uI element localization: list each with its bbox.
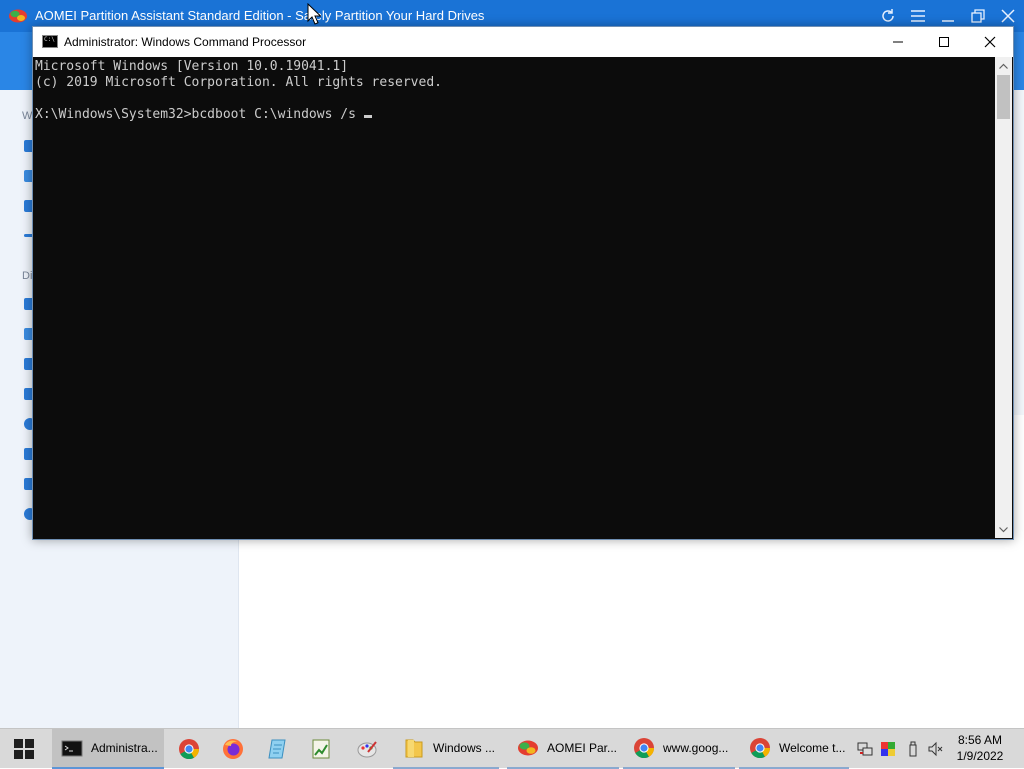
console-output[interactable]: Microsoft Windows [Version 10.0.19041.1]… (33, 57, 995, 539)
taskbar: Administra... Windows ... AOMEI Par... w… (0, 728, 1024, 769)
scroll-up-icon[interactable] (995, 57, 1012, 74)
chrome-icon (750, 738, 771, 759)
close-button[interactable] (967, 27, 1013, 57)
taskbar-item-label: AOMEI Par... (547, 741, 618, 755)
system-clock[interactable]: 8:56 AM 1/9/2022 (944, 732, 1016, 764)
paint-icon (357, 741, 377, 758)
console-line: (c) 2019 Microsoft Corporation. All righ… (35, 75, 442, 90)
close-icon[interactable] (996, 6, 1020, 26)
cmd-window[interactable]: C:\ Administrator: Windows Command Proce… (32, 26, 1014, 540)
chrome-icon (179, 739, 200, 760)
cmd-window-title: Administrator: Windows Command Processor (64, 35, 307, 49)
usb-drive-icon[interactable] (905, 741, 921, 757)
taskbar-item-label: www.goog... (663, 741, 729, 755)
scroll-down-icon[interactable] (995, 521, 1012, 538)
minimize-button[interactable] (875, 27, 921, 57)
windows-logo-icon (14, 739, 34, 759)
minimize-icon[interactable] (936, 6, 960, 26)
maximize-button[interactable] (921, 27, 967, 57)
display-icon[interactable] (880, 741, 896, 757)
start-button[interactable] (0, 729, 48, 769)
console-line: Microsoft Windows [Version 10.0.19041.1] (35, 59, 349, 74)
notepad-icon (268, 739, 286, 759)
sidebar-heading: W (22, 110, 33, 122)
cmd-icon (61, 740, 83, 757)
text-cursor (363, 115, 372, 118)
taskbar-item-aomei[interactable]: AOMEI Par... (507, 729, 619, 769)
folder-icon (405, 739, 423, 758)
sidebar-heading: Di (22, 270, 33, 282)
vertical-scrollbar[interactable] (995, 57, 1012, 538)
chrome-icon (634, 738, 655, 759)
taskbar-item-paint[interactable] (344, 729, 390, 769)
taskbar-item-chrome-welcome[interactable]: Welcome t... (739, 729, 849, 769)
clock-date: 1/9/2022 (956, 749, 1004, 763)
taskbar-item-explorer[interactable]: Windows ... (393, 729, 499, 769)
refresh-icon[interactable] (876, 6, 900, 26)
clock-time: 8:56 AM (957, 733, 1003, 747)
aomei-window-title: AOMEI Partition Assistant Standard Editi… (35, 8, 485, 23)
volume-muted-icon[interactable] (928, 741, 944, 757)
menu-icon[interactable] (906, 6, 930, 26)
cmd-icon-text: C:\ (44, 36, 55, 43)
console-command: X:\Windows\System32>bcdboot C:\windows /… (35, 107, 356, 122)
taskbar-item-chrome-google[interactable]: www.goog... (623, 729, 735, 769)
firefox-icon (223, 739, 243, 759)
aomei-icon (518, 740, 538, 756)
taskbar-item-label: Administra... (91, 741, 158, 755)
spreadsheet-icon (312, 739, 330, 759)
taskbar-item-firefox[interactable] (212, 729, 254, 769)
taskbar-item-notepad[interactable] (256, 729, 298, 769)
network-icon[interactable] (857, 741, 873, 757)
taskbar-item-chrome[interactable] (168, 729, 210, 769)
scrollbar-thumb[interactable] (997, 75, 1010, 119)
taskbar-item-cmd[interactable]: Administra... (52, 729, 164, 769)
cmd-titlebar[interactable]: C:\ Administrator: Windows Command Proce… (33, 27, 1013, 57)
cmd-app-icon[interactable]: C:\ (42, 35, 58, 48)
taskbar-item-label: Windows ... (433, 741, 496, 755)
mouse-pointer-icon (307, 3, 321, 25)
console-prompt-line[interactable]: X:\Windows\System32>bcdboot C:\windows /… (35, 107, 372, 123)
restore-icon[interactable] (966, 6, 990, 26)
aomei-logo-icon (9, 9, 27, 23)
taskbar-item-spreadsheet[interactable] (300, 729, 342, 769)
taskbar-item-label: Welcome t... (779, 741, 846, 755)
